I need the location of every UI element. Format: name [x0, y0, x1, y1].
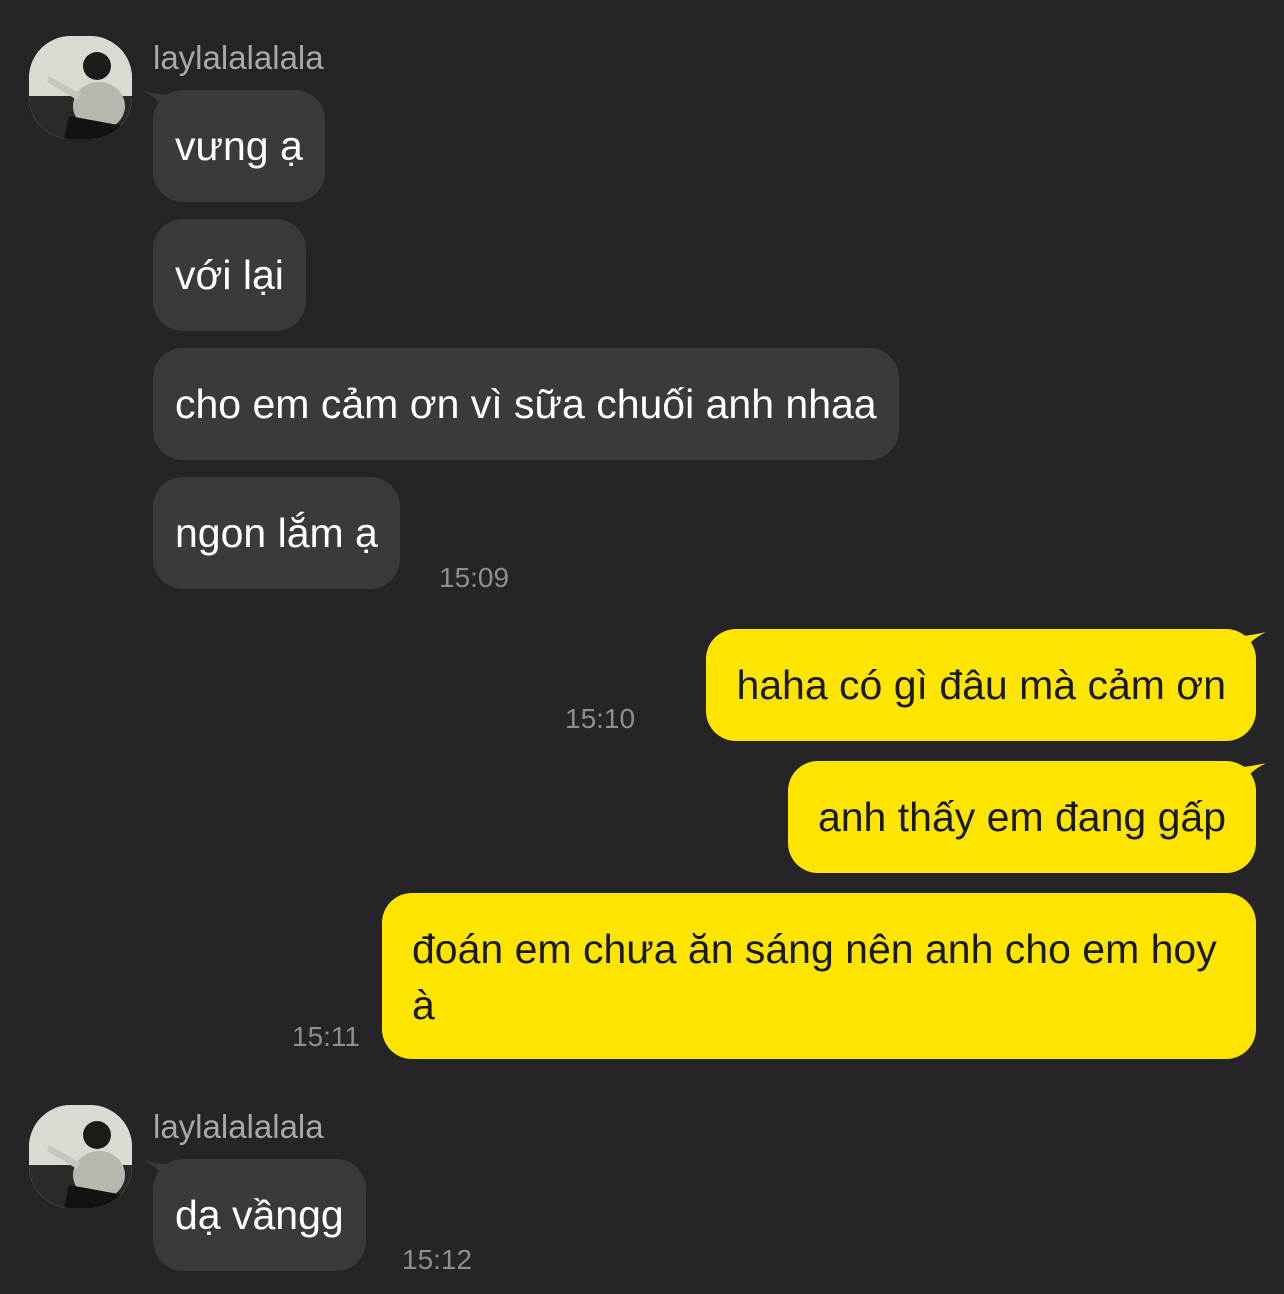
message-timestamp: 15:11 — [292, 1021, 360, 1052]
outgoing-message[interactable]: đoán em chưa ăn sáng nên anh cho em hoy … — [382, 893, 1256, 1059]
incoming-message[interactable]: cho em cảm ơn vì sữa chuối anh nhaa — [153, 348, 899, 460]
incoming-message[interactable]: dạ vầngg — [153, 1159, 366, 1271]
avatar[interactable] — [29, 1105, 132, 1208]
message-timestamp: 15:12 — [402, 1244, 473, 1275]
sender-name: laylalalalala — [153, 1108, 324, 1145]
avatar[interactable] — [29, 36, 132, 139]
sender-name: laylalalalala — [153, 39, 324, 76]
message-timestamp: 15:10 — [565, 703, 636, 734]
outgoing-message[interactable]: haha có gì đâu mà cảm ơn — [706, 629, 1256, 741]
message-timestamp: 15:09 — [439, 562, 510, 593]
incoming-message[interactable]: với lại — [153, 219, 306, 331]
incoming-message[interactable]: ngon lắm ạ — [153, 477, 400, 589]
incoming-message[interactable]: vưng ạ — [153, 90, 325, 202]
outgoing-message[interactable]: anh thấy em đang gấp — [787, 761, 1256, 873]
